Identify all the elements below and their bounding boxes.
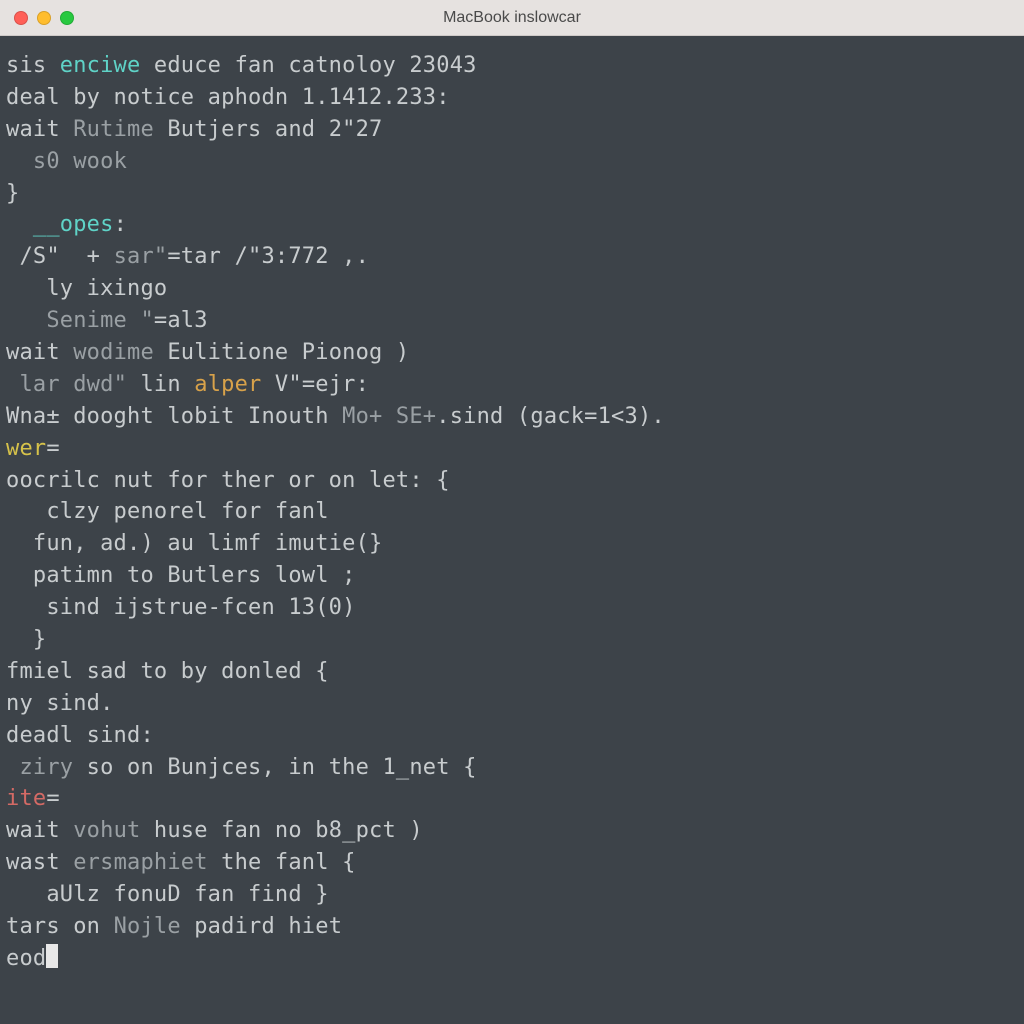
terminal-line: } <box>6 624 1024 656</box>
terminal-token: wer <box>6 436 46 461</box>
terminal-line: patimn to Butlers lowl ; <box>6 560 1024 592</box>
terminal-token: } <box>6 181 19 206</box>
terminal-token: padird hiet <box>181 914 342 939</box>
terminal-token: sind ijstrue-fcen 13(0) <box>33 595 356 620</box>
terminal-line: ziry so on Bunjces, in the 1_net { <box>6 752 1024 784</box>
terminal-token: = <box>46 786 59 811</box>
terminal-line: ly ixingo <box>6 273 1024 305</box>
traffic-lights <box>14 11 74 25</box>
terminal-token: so on Bunjces, in the 1_net { <box>73 755 476 780</box>
terminal-token: patimn to Butlers lowl ; <box>33 563 356 588</box>
terminal-token: the fanl { <box>208 850 356 875</box>
minimize-icon[interactable] <box>37 11 51 25</box>
terminal-line: aUlz fonuD fan find } <box>6 879 1024 911</box>
terminal-token: enciwe <box>60 53 141 78</box>
terminal-token: Butjers and 2"27 <box>154 117 383 142</box>
terminal-token: oocrilc nut for ther or on let: { <box>6 468 450 493</box>
terminal-token: .sind (gack=1<3). <box>436 404 665 429</box>
terminal-line: wait vohut huse fan no b8_pct ) <box>6 815 1024 847</box>
terminal-line: /S" + sar"=tar /"3:772 ,. <box>6 241 1024 273</box>
window-titlebar: MacBook inslowcar <box>0 0 1024 36</box>
terminal-token: V"=ejr: <box>261 372 369 397</box>
terminal-line: clzy penorel for fanl <box>6 496 1024 528</box>
terminal-line: fun, ad.) au limf imutie(} <box>6 528 1024 560</box>
terminal-token: wait <box>6 340 73 365</box>
cursor-icon <box>46 944 58 968</box>
close-icon[interactable] <box>14 11 28 25</box>
terminal-token: lin <box>127 372 194 397</box>
terminal-line: ite= <box>6 783 1024 815</box>
terminal-line: wait Rutime Butjers and 2"27 <box>6 114 1024 146</box>
terminal-token: aUlz fonuD fan find } <box>33 882 329 907</box>
terminal-token <box>6 755 19 780</box>
terminal-token: clzy penorel for fanl <box>33 499 329 524</box>
terminal-token: : <box>114 212 127 237</box>
terminal-token: deal <box>6 85 60 110</box>
terminal-token: educe fan catnoloy 23043 <box>140 53 476 78</box>
terminal-token: sar" <box>114 244 168 269</box>
terminal-token: vohut <box>73 818 140 843</box>
terminal-token: = <box>46 436 59 461</box>
terminal-token: ersmaphiet <box>73 850 207 875</box>
terminal-line: ny sind. <box>6 688 1024 720</box>
terminal-line: lar dwd" lin alper V"=ejr: <box>6 369 1024 401</box>
terminal-token: Nojle <box>114 914 181 939</box>
terminal-output[interactable]: sis enciwe educe fan catnoloy 23043deal … <box>0 36 1024 975</box>
terminal-token: ziry <box>19 755 73 780</box>
terminal-line: tars on Nojle padird hiet <box>6 911 1024 943</box>
terminal-token: lar <box>6 372 73 397</box>
terminal-token: fun, ad.) au limf imutie(} <box>33 531 383 556</box>
terminal-token: /S" + <box>6 244 114 269</box>
terminal-line: Wna± dooght lobit Inouth Mo+ SE+.sind (g… <box>6 401 1024 433</box>
terminal-token: alper <box>194 372 261 397</box>
terminal-token: __opes <box>33 212 114 237</box>
terminal-token: sis <box>6 53 60 78</box>
terminal-token: huse fan no b8_pct ) <box>140 818 422 843</box>
terminal-line: eod <box>6 943 1024 975</box>
terminal-token: wast <box>6 850 73 875</box>
terminal-line: deadl sind: <box>6 720 1024 752</box>
terminal-token: } <box>33 627 46 652</box>
terminal-line: deal by notice aphodn 1.1412.233: <box>6 82 1024 114</box>
terminal-line: Senime "=al3 <box>6 305 1024 337</box>
terminal-line: oocrilc nut for ther or on let: { <box>6 465 1024 497</box>
terminal-token: ly ixingo <box>33 276 167 301</box>
terminal-token: by notice aphodn 1.1412.233: <box>60 85 450 110</box>
terminal-token: eod <box>6 946 46 971</box>
window-title: MacBook inslowcar <box>0 9 1024 27</box>
terminal-token: Wna± dooght lobit Inouth <box>6 404 342 429</box>
terminal-token: ny sind. <box>6 691 114 716</box>
terminal-token: Eulitione Pionog ) <box>154 340 409 365</box>
terminal-token: wook <box>73 149 127 174</box>
terminal-line: wer= <box>6 433 1024 465</box>
terminal-line: sis enciwe educe fan catnoloy 23043 <box>6 50 1024 82</box>
terminal-token: Mo+ SE+ <box>342 404 436 429</box>
terminal-token: tars on <box>6 914 114 939</box>
terminal-token: s0 <box>33 149 73 174</box>
terminal-token: wait <box>6 818 73 843</box>
terminal-token: ite <box>6 786 46 811</box>
terminal-line: sind ijstrue-fcen 13(0) <box>6 592 1024 624</box>
terminal-token: Senime " <box>33 308 154 333</box>
terminal-token: wodime <box>73 340 154 365</box>
terminal-token: Rutime <box>73 117 154 142</box>
terminal-line: } <box>6 178 1024 210</box>
terminal-token: wait <box>6 117 73 142</box>
terminal-line: fmiel sad to by donled { <box>6 656 1024 688</box>
terminal-line: wait wodime Eulitione Pionog ) <box>6 337 1024 369</box>
terminal-token: deadl sind: <box>6 723 154 748</box>
terminal-token: =al3 <box>154 308 208 333</box>
terminal-line: s0 wook <box>6 146 1024 178</box>
terminal-token: dwd" <box>73 372 127 397</box>
terminal-line: __opes: <box>6 209 1024 241</box>
terminal-token: =tar /"3:772 ,. <box>167 244 369 269</box>
terminal-line: wast ersmaphiet the fanl { <box>6 847 1024 879</box>
zoom-icon[interactable] <box>60 11 74 25</box>
terminal-token: fmiel sad to by donled { <box>6 659 329 684</box>
